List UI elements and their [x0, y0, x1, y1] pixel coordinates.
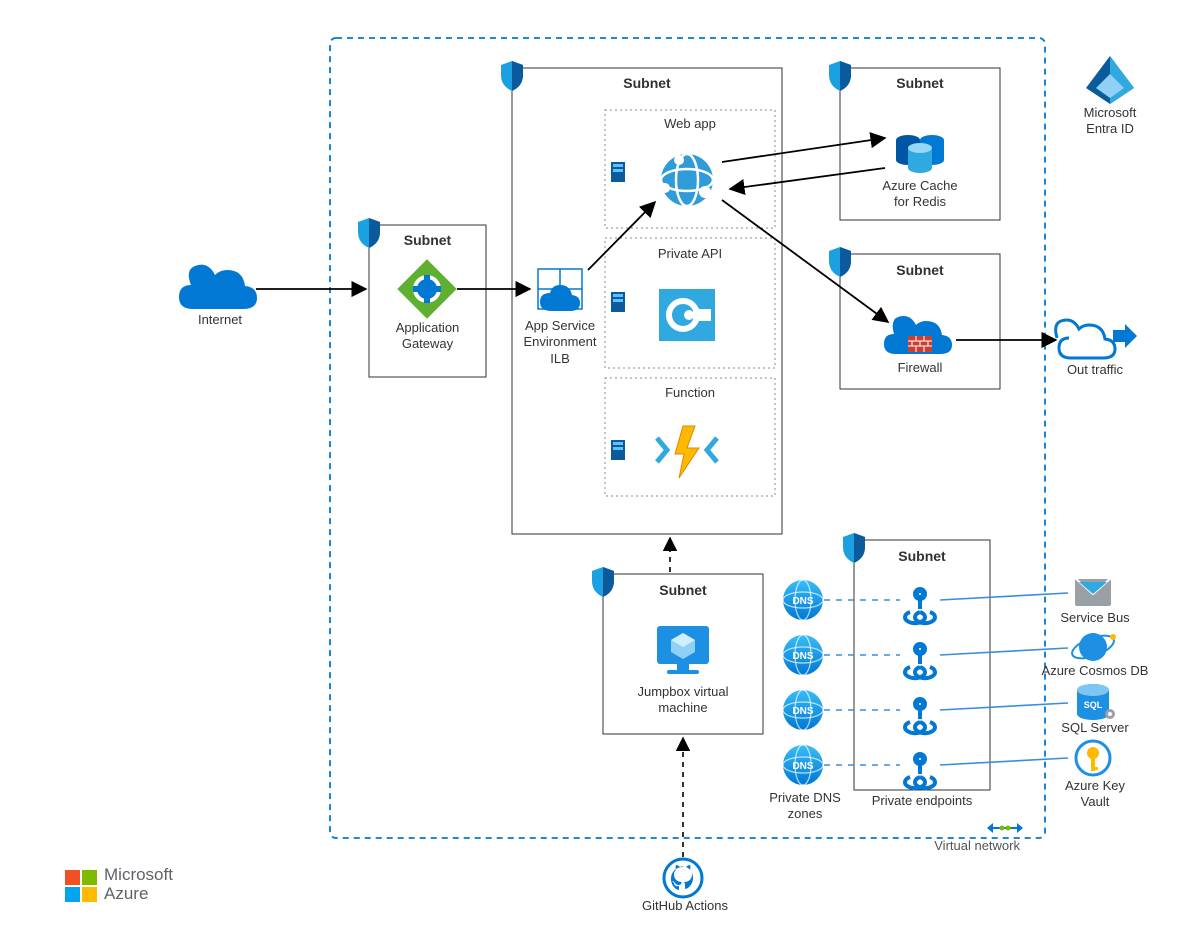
keyvault-label: Azure Key Vault	[1050, 778, 1140, 811]
cosmos-label: Azure Cosmos DB	[1035, 663, 1155, 679]
pe-connectors	[824, 593, 1068, 765]
sql-label: SQL Server	[1050, 720, 1140, 736]
appgw-subnet-title: Subnet	[369, 232, 486, 248]
redis-label: Azure Cache for Redis	[840, 178, 1000, 211]
appgateway-icon	[397, 259, 456, 318]
vnet-boundary	[330, 38, 1045, 838]
github-label: GitHub Actions	[630, 898, 740, 914]
servicebus-icon	[1075, 578, 1111, 606]
server-icon	[611, 292, 625, 312]
function-icon	[657, 426, 717, 478]
azure-logo-icon	[65, 870, 97, 902]
server-icon	[611, 440, 625, 460]
internet-icon	[179, 265, 257, 309]
vnet-icon	[987, 823, 1023, 833]
jumpbox-label: Jumpbox virtual machine	[603, 684, 763, 717]
out-traffic-label: Out traffic	[1055, 362, 1135, 378]
privateapi-label: Private API	[605, 246, 775, 262]
jumpbox-subnet-title: Subnet	[603, 582, 763, 598]
ase-subnet-box	[512, 68, 782, 534]
cosmos-icon	[1069, 631, 1117, 663]
webapp-label: Web app	[605, 116, 775, 132]
vm-icon	[657, 626, 709, 674]
function-label: Function	[605, 385, 775, 401]
appgw-label: Application Gateway	[369, 320, 486, 353]
firewall-icon	[884, 316, 952, 354]
azure-logo-line1: Microsoft	[104, 866, 173, 885]
ase-ilb-icon	[538, 269, 582, 311]
firewall-subnet-title: Subnet	[840, 262, 1000, 278]
webapp-icon	[660, 154, 713, 206]
svg-text:SQL: SQL	[1084, 700, 1103, 710]
pe-subnet-title: Subnet	[854, 548, 990, 564]
sql-icon: SQL	[1077, 684, 1115, 720]
firewall-label: Firewall	[840, 360, 1000, 376]
azure-logo-text: Microsoft Azure	[104, 866, 173, 903]
servicebus-label: Service Bus	[1050, 610, 1140, 626]
redis-icon	[896, 135, 944, 173]
server-icon	[611, 162, 625, 182]
vnet-label: Virtual network	[900, 838, 1020, 854]
diagram-svg: DNS DNS DNS DNS	[0, 0, 1201, 927]
dns-zones-label: Private DNS zones	[760, 790, 850, 823]
pe-subnet-box	[854, 540, 990, 790]
internet-label: Internet	[180, 312, 260, 328]
github-icon	[664, 859, 702, 897]
keyvault-icon	[1076, 741, 1110, 775]
ase-subnet-title: Subnet	[512, 75, 782, 91]
svg-text:DNS: DNS	[792, 651, 813, 662]
out-traffic-icon	[1056, 320, 1137, 358]
dns-icons: DNS DNS DNS DNS	[783, 580, 823, 785]
svg-text:DNS: DNS	[792, 761, 813, 772]
redis-subnet-title: Subnet	[840, 75, 1000, 91]
azure-logo-line2: Azure	[104, 885, 173, 904]
entra-label: Microsoft Entra ID	[1060, 105, 1160, 138]
svg-text:DNS: DNS	[792, 596, 813, 607]
pe-label: Private endpoints	[854, 793, 990, 809]
pe-icons	[905, 590, 935, 788]
privateapi-icon	[659, 289, 715, 341]
entra-icon	[1086, 56, 1134, 104]
svg-text:DNS: DNS	[792, 706, 813, 717]
ase-ilb-label: App Service Environment ILB	[515, 318, 605, 367]
